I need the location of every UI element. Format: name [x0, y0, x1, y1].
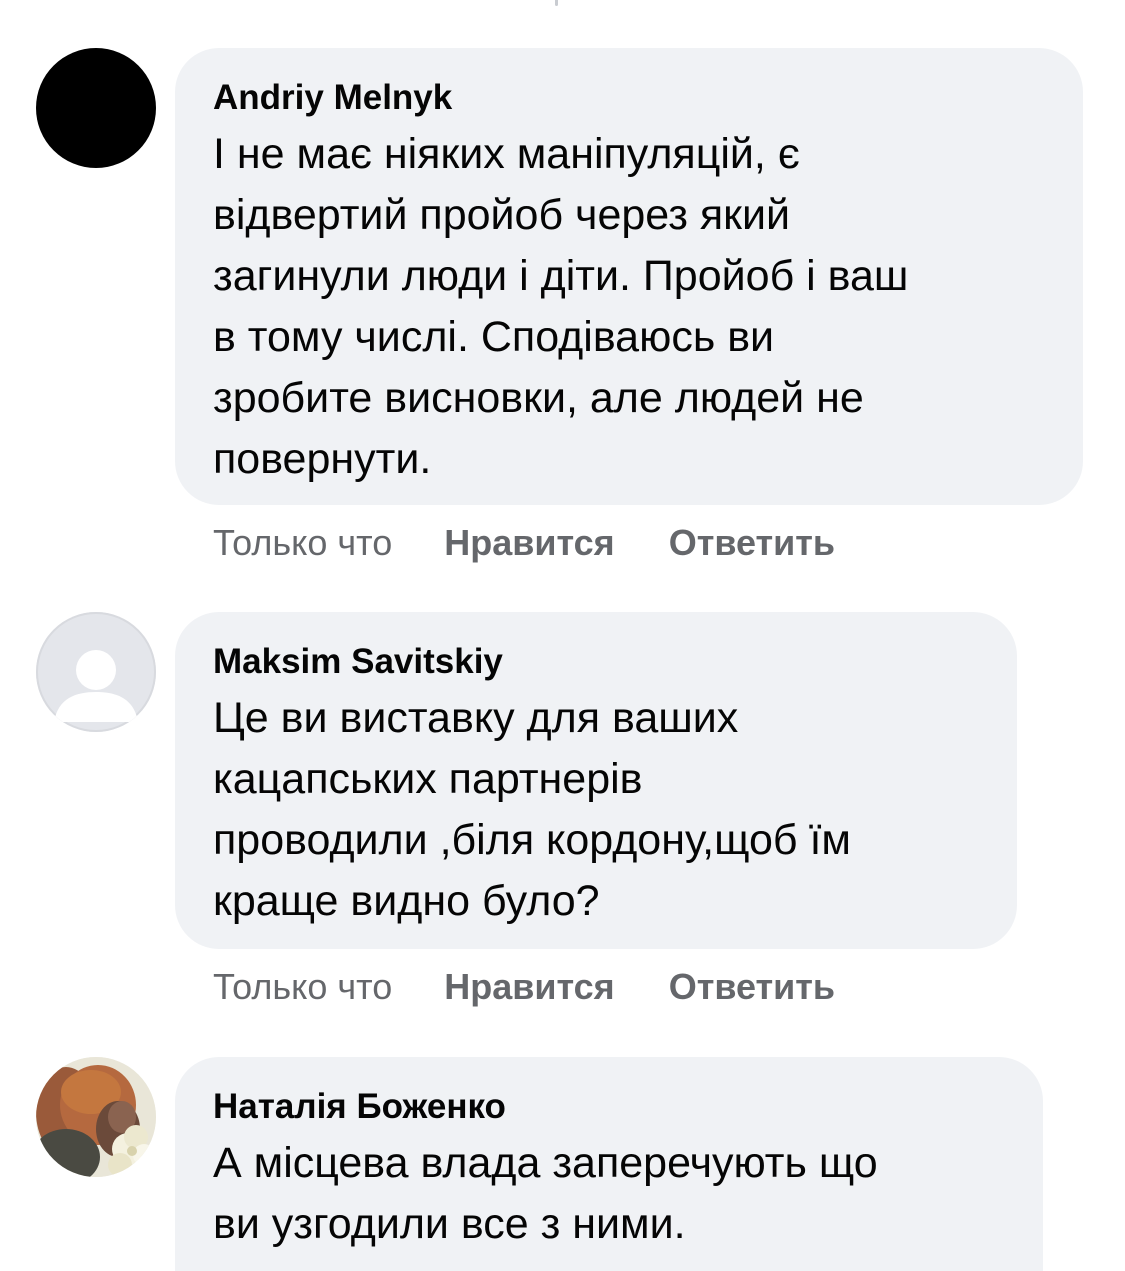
comment-bubble: Andriy Melnyk І не має ніяких маніпуляці… — [175, 48, 1083, 505]
comment-text: І не має ніяких маніпуляцій, є відвертий… — [213, 130, 909, 483]
reply-button[interactable]: Ответить — [669, 522, 835, 564]
comment-bubble: Наталія Боженко А місцева влада заперечу… — [175, 1057, 1043, 1271]
scroll-hint — [555, 0, 558, 6]
like-button[interactable]: Нравится — [444, 522, 614, 564]
like-button[interactable]: Нравится — [444, 966, 614, 1008]
comment-bubble: Maksim Savitskiy Це ви виставку для ваши… — [175, 612, 1017, 949]
comment-author[interactable]: Maksim Savitskiy — [213, 640, 979, 684]
comment-text: Це ви виставку для ваших кацапських парт… — [213, 694, 851, 925]
avatar[interactable] — [36, 1057, 156, 1177]
comment-timestamp[interactable]: Только что — [213, 966, 392, 1008]
comment-text: А місцева влада заперечують що ви узгоди… — [213, 1139, 878, 1248]
comment-author[interactable]: Andriy Melnyk — [213, 76, 1045, 120]
comment-actions: Только что Нравится Ответить — [213, 962, 889, 1012]
profile-photo — [36, 1057, 156, 1177]
comment-timestamp[interactable]: Только что — [213, 522, 392, 564]
comment-author[interactable]: Наталія Боженко — [213, 1085, 1005, 1129]
avatar[interactable] — [36, 612, 156, 732]
reply-button[interactable]: Ответить — [669, 966, 835, 1008]
comment-actions: Только что Нравится Ответить — [213, 518, 889, 568]
default-profile-icon — [54, 650, 138, 722]
avatar[interactable] — [36, 48, 156, 168]
